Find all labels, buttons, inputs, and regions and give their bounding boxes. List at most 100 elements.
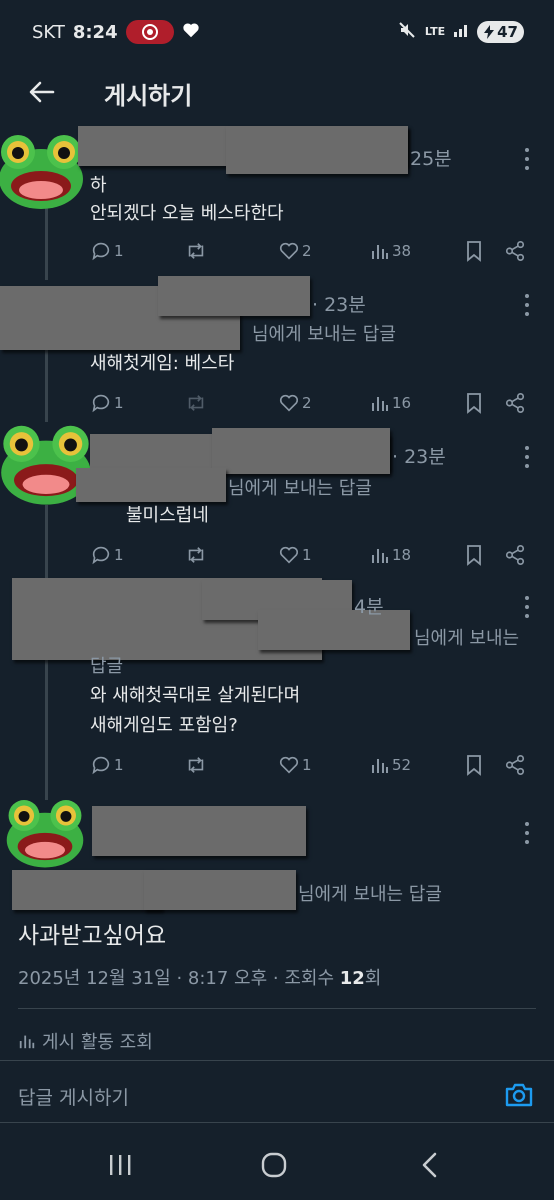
post-timestamp: 2025년 12월 31일 · 8:17 오후 · 조회수 12회 — [18, 964, 381, 990]
view-count: 38 — [392, 242, 412, 260]
bookmark-icon — [467, 755, 481, 776]
heart-icon — [279, 756, 299, 774]
reply-text-line: 새해첫게임: 베스타 — [90, 353, 235, 374]
camera-button[interactable] — [504, 1081, 534, 1109]
divider — [18, 1008, 536, 1009]
share-icon — [505, 755, 525, 775]
divider — [0, 1122, 554, 1123]
action-bar: 1 2 38 — [90, 236, 540, 266]
mute-icon — [397, 20, 417, 43]
share-icon — [505, 393, 525, 413]
frog-avatar[interactable] — [0, 414, 91, 505]
more-options-button[interactable] — [522, 596, 532, 618]
repost-icon — [188, 243, 204, 259]
recording-indicator-icon — [125, 20, 174, 44]
recent-apps-icon — [110, 1155, 131, 1175]
system-nav-bar — [0, 1130, 554, 1200]
redacted-username — [92, 806, 306, 856]
network-type: LTE — [424, 25, 446, 38]
redacted-handle — [158, 276, 310, 316]
reply-button[interactable]: 1 — [90, 750, 124, 780]
reply-text-line: 와 새해첫곡대로 살게된다며 — [90, 685, 301, 706]
comment-icon — [92, 394, 110, 413]
like-button[interactable]: 1 — [278, 540, 312, 570]
view-count: 16 — [392, 394, 412, 412]
reply-text-line: 불미스럽네 — [126, 505, 209, 526]
repost-icon — [188, 547, 204, 563]
reply-count: 1 — [114, 546, 124, 564]
share-icon — [505, 545, 525, 565]
redacted-handle — [212, 428, 390, 474]
action-bar: 1 1 18 — [90, 540, 540, 570]
back-button[interactable] — [24, 74, 60, 110]
chevron-left-icon — [422, 1152, 437, 1178]
share-icon — [505, 241, 525, 261]
arrow-left-icon — [29, 81, 55, 103]
repost-icon — [188, 757, 204, 773]
reply-input[interactable]: 답글 게시하기 — [18, 1083, 129, 1110]
replying-to-label: 님에게 보내는 답글 — [252, 324, 396, 345]
carrier-label: SKT — [32, 21, 65, 43]
post-time: 25분 — [410, 148, 452, 170]
views-button[interactable]: 38 — [370, 236, 411, 266]
like-button[interactable]: 1 — [278, 750, 312, 780]
like-count: 2 — [302, 242, 312, 260]
share-button[interactable] — [504, 540, 526, 570]
back-nav-button[interactable] — [410, 1150, 450, 1180]
bookmark-button[interactable] — [464, 236, 484, 266]
bookmark-button[interactable] — [464, 540, 484, 570]
heart-icon — [279, 242, 299, 260]
status-bar: SKT 8:24 LTE 47 — [0, 0, 554, 64]
like-button[interactable]: 2 — [278, 236, 312, 266]
more-options-button[interactable] — [522, 148, 532, 170]
analytics-icon — [19, 1035, 35, 1049]
repost-button[interactable] — [184, 540, 208, 570]
bookmark-icon — [467, 393, 481, 414]
replying-to-label: 님에게 보내는 답글 — [298, 884, 442, 905]
main-post: 님에게 보내는 답글 — [0, 790, 554, 910]
heart-icon — [279, 546, 299, 564]
post-time: 4분 — [354, 596, 384, 618]
bookmark-button[interactable] — [464, 750, 484, 780]
action-bar: 1 1 52 — [90, 750, 540, 780]
battery-level: 47 — [497, 22, 518, 41]
reply-count: 1 — [114, 756, 124, 774]
more-options-button[interactable] — [522, 822, 532, 844]
camera-icon — [505, 1083, 533, 1107]
replying-to-label-cont: 답글 — [90, 656, 124, 677]
reply-composer: 답글 게시하기 — [0, 1060, 554, 1130]
status-bar-left: SKT 8:24 — [32, 20, 200, 44]
home-icon — [261, 1152, 287, 1178]
repost-button[interactable] — [184, 236, 208, 266]
reply-text-line: 안되겠다 오늘 베스타한다 — [90, 203, 284, 224]
reply-button[interactable]: 1 — [90, 540, 124, 570]
post-time: · 23분 — [392, 446, 446, 468]
status-bar-right: LTE 47 — [397, 20, 524, 43]
views-button[interactable]: 52 — [370, 750, 411, 780]
comment-icon — [92, 242, 110, 261]
analytics-icon — [372, 397, 388, 411]
recent-apps-button[interactable] — [100, 1150, 140, 1180]
signal-icon — [453, 22, 469, 41]
reply-text-line: 하 — [90, 175, 107, 196]
page-title: 게시하기 — [104, 82, 193, 110]
repost-icon — [188, 395, 204, 411]
post-activity-link[interactable]: 게시 활동 조회 — [18, 1028, 153, 1054]
reply-text-line: 새해게임도 포함임? — [90, 715, 238, 736]
home-button[interactable] — [254, 1150, 294, 1180]
more-options-button[interactable] — [522, 294, 532, 316]
share-button[interactable] — [504, 750, 526, 780]
frog-avatar[interactable] — [0, 790, 90, 880]
app-header: 게시하기 — [0, 64, 554, 120]
more-options-button[interactable] — [522, 446, 532, 468]
views-button[interactable]: 18 — [370, 540, 411, 570]
repost-button[interactable] — [184, 750, 208, 780]
reply-button[interactable]: 1 — [90, 236, 124, 266]
analytics-icon — [372, 245, 388, 259]
reply-item[interactable]: 4분 님에게 보내는 답글 와 새해첫곡대로 살게된다며 새해게임도 포함임? — [0, 574, 554, 774]
redacted-mention — [144, 870, 296, 910]
frog-avatar[interactable] — [0, 124, 86, 214]
heart-notification-icon — [182, 22, 200, 43]
share-button[interactable] — [504, 236, 526, 266]
replying-to-label: 님에게 보내는 답글 — [228, 478, 372, 499]
